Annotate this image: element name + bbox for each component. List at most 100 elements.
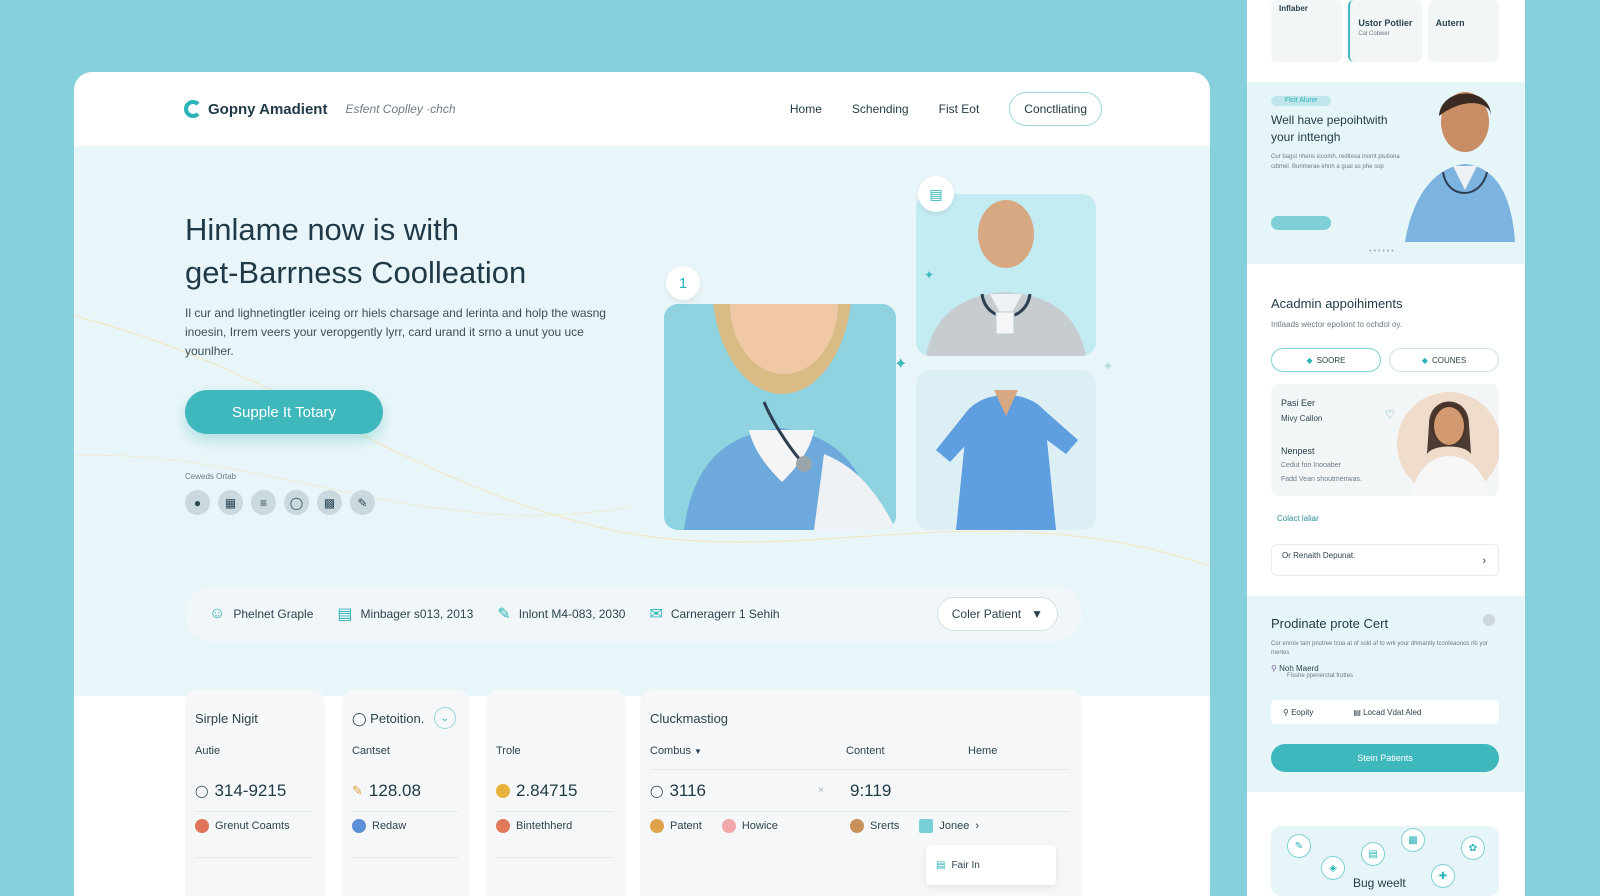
doctor-photo xyxy=(1389,384,1499,496)
doctor-photo xyxy=(916,194,1096,356)
filter-patient[interactable]: ☺ Phelnet Graple xyxy=(209,605,313,623)
search-field-1[interactable]: ⚲ Eopity xyxy=(1283,708,1313,717)
chart-icon[interactable]: ▩ xyxy=(317,490,342,515)
search-filter-bar: ☺ Phelnet Graple ▤ Minbager s013, 2013 ✎… xyxy=(185,586,1082,642)
card-subtitle: Autie xyxy=(195,745,221,757)
nav-links: Home Schending Fist Eot Conctliating xyxy=(790,92,1102,126)
hero-title-line1: Hinlame now is with xyxy=(185,212,459,247)
leaf-icon[interactable]: ✿ xyxy=(1461,836,1485,860)
next-detail-2: Fadd Vean shoutmenwas. xyxy=(1281,476,1362,483)
divider xyxy=(352,811,458,812)
nav-cta-button[interactable]: Conctliating xyxy=(1009,92,1102,126)
stat-card[interactable]: ◯ Petoition. ⌄ Cantset ✎ 128.08 Redaw xyxy=(342,689,470,896)
chart-icon[interactable]: ▩ xyxy=(1401,828,1425,852)
card-footer: Bintethherd xyxy=(496,819,572,833)
nurse-photo xyxy=(664,304,896,530)
bandage-icon[interactable]: ✎ xyxy=(1287,834,1311,858)
department-row[interactable]: Or Renaith Depunat. › xyxy=(1271,544,1499,576)
info-icon[interactable] xyxy=(1483,614,1495,626)
globe-icon[interactable]: ● xyxy=(185,490,210,515)
search-field-2[interactable]: ▤ Locad Vdat Aled xyxy=(1353,708,1421,717)
calendar-icon[interactable]: ▤ xyxy=(918,176,954,212)
search-input[interactable]: ⚲ Eopity ▤ Locad Vdat Aled xyxy=(1271,700,1499,724)
promo-button[interactable] xyxy=(1271,216,1331,230)
footer-jonee[interactable]: Jonee xyxy=(939,820,969,832)
stat-box[interactable]: Autern xyxy=(1427,0,1499,62)
profile-title: Prodinate prote Cert xyxy=(1271,616,1389,631)
divider xyxy=(195,857,313,858)
bottom-promo-text: Bug weelt xyxy=(1353,876,1406,890)
dropdown-menu[interactable]: ▤ Fair In xyxy=(926,845,1056,885)
avatar xyxy=(850,819,864,833)
promo-text: Cur bagst nhens iccomh, reditesa inomt p… xyxy=(1271,154,1400,170)
close-icon[interactable]: × xyxy=(818,785,824,796)
filter-date-end[interactable]: ✎ Inlont M4-083, 2030 xyxy=(497,604,625,624)
card-title-text: Petoition. xyxy=(370,711,425,726)
card-value-text: 2.84715 xyxy=(516,781,578,800)
nav-link-scheduling[interactable]: Schending xyxy=(852,102,909,116)
pencil-icon: ✎ xyxy=(352,783,363,798)
card-footer: Redaw xyxy=(352,819,406,833)
tag-icon: ◆ xyxy=(1421,355,1428,365)
divider xyxy=(496,857,614,858)
status-icon xyxy=(195,819,209,833)
tab-score-label: SOORE xyxy=(1316,355,1346,365)
brand[interactable]: Gopny Amadient xyxy=(184,100,327,118)
tab-score[interactable]: ◆ SOORE xyxy=(1271,348,1381,372)
promo-title: Well have pepoihtwith your inttengh xyxy=(1271,113,1388,144)
dropdown-item[interactable]: Fair In xyxy=(951,860,979,871)
patient-select[interactable]: Coler Patient ▼ xyxy=(936,597,1058,631)
nav-link-third[interactable]: Fist Eot xyxy=(939,102,980,116)
grid-icon[interactable]: ▦ xyxy=(218,490,243,515)
menu-icon[interactable]: ≡ xyxy=(251,490,276,515)
stat-card[interactable]: Trole 2.84715 Bintethherd xyxy=(486,689,626,896)
stat-box-title: Inflaber xyxy=(1279,4,1308,13)
column-heme: Heme xyxy=(968,745,998,757)
filter-date-start[interactable]: ▤ Minbager s013, 2013 xyxy=(337,604,473,624)
pill-icon[interactable]: ◈ xyxy=(1321,856,1345,880)
chevron-right-icon: › xyxy=(1482,555,1486,567)
profile-item-label: Noh Maerd xyxy=(1279,664,1319,673)
hero-description: Il cur and lighnetingtler iceing orr hie… xyxy=(185,306,606,358)
carousel-dots[interactable]: •••••• xyxy=(1369,248,1396,255)
card-value-2: 9:119 xyxy=(850,781,892,800)
search-field-1-label: Eopity xyxy=(1291,707,1314,717)
profile-item-sub: Fisshe ppenerctat frottes xyxy=(1287,673,1354,679)
clipboard-icon[interactable]: ▤ xyxy=(1361,842,1385,866)
stat-box[interactable]: Ustor Potlier Cal Cobwer xyxy=(1348,0,1422,62)
tab-courses[interactable]: ◆ COUNES xyxy=(1389,348,1499,372)
mail-icon: ✉ xyxy=(649,606,663,623)
coin-icon xyxy=(496,784,510,798)
chevron-down-icon: ▼ xyxy=(1031,607,1043,621)
drop-icon[interactable]: ◯ xyxy=(284,490,309,515)
chevron-down-icon[interactable]: ⌄ xyxy=(434,707,456,729)
pen-icon[interactable]: ✎ xyxy=(350,490,375,515)
card-value-text: 314-9215 xyxy=(214,781,287,800)
right-panel: Inflaber Ustor Potlier Cal Cobwer Autern… xyxy=(1247,0,1525,896)
doctor-label: Pasi Eer xyxy=(1281,398,1316,408)
contact-link[interactable]: Colact laliar xyxy=(1277,514,1319,523)
cross-icon[interactable]: ✚ xyxy=(1431,864,1455,888)
hero-cta-button[interactable]: Supple It Totary xyxy=(185,390,383,434)
department-row-label: Or Renaith Depunat. xyxy=(1282,551,1356,560)
promo-section: Flcit Alune Well have pepoihtwith your i… xyxy=(1247,82,1525,264)
card-value: ✎ 128.08 xyxy=(352,781,421,801)
status-icon xyxy=(352,819,366,833)
divider xyxy=(496,811,614,812)
search-patients-button[interactable]: Stein Patients xyxy=(1271,744,1499,772)
filter-date-end-label: Inlont M4-083, 2030 xyxy=(518,607,626,621)
stat-box[interactable]: Inflaber xyxy=(1271,0,1343,62)
appointments-title: Acadmin appoihiments xyxy=(1271,296,1403,311)
list-icon: ▤ xyxy=(936,859,946,871)
doctor-card[interactable]: Pasi Eer Mivy Callon Nenpest Cedut fon I… xyxy=(1271,384,1499,496)
column-combus[interactable]: Combus ▼ xyxy=(650,745,702,757)
filter-manager-label: Carneragerr 1 Sehih xyxy=(670,607,780,621)
nav-link-home[interactable]: Home xyxy=(790,102,822,116)
profile-item[interactable]: ⚲ Noh Maerd Fisshe ppenerctat frottes xyxy=(1271,664,1353,679)
next-detail: Cedut fon Inooaber xyxy=(1281,462,1341,469)
stat-card[interactable]: Sirple Nigit Autie ◯ 314-9215 Grenut Coam… xyxy=(185,689,325,896)
footer-howice: Howice xyxy=(741,820,778,832)
footer-srerts: Srerts xyxy=(870,820,900,832)
card-value: ◯ 314-9215 xyxy=(195,781,286,801)
filter-manager[interactable]: ✉ Carneragerr 1 Sehih xyxy=(649,604,779,624)
